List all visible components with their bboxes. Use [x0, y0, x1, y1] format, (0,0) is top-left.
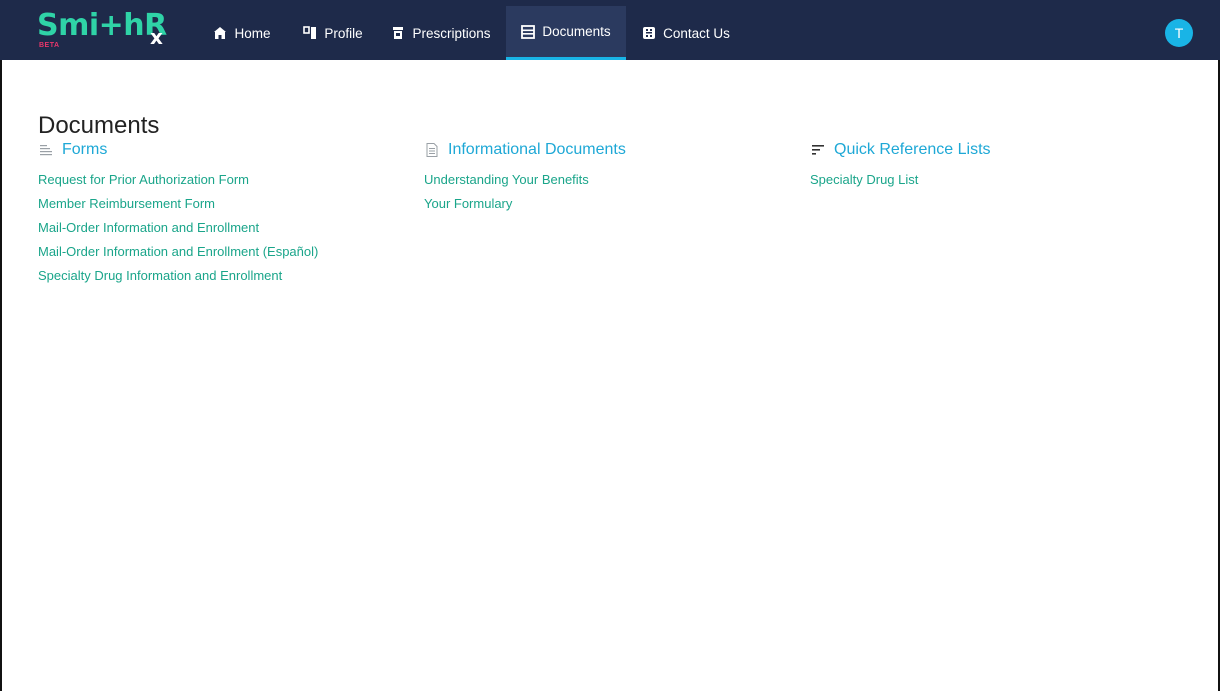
informational-documents-section: Informational Documents Understanding Yo…: [424, 140, 626, 220]
quick-reference-lists-heading: Quick Reference Lists: [810, 140, 991, 160]
nav-home[interactable]: Home: [206, 6, 278, 60]
document-icon: [426, 143, 438, 157]
pill-bottle-icon: [393, 27, 404, 39]
link-specialty-drug-enrollment[interactable]: Specialty Drug Information and Enrollmen…: [38, 268, 318, 292]
contact-icon: [643, 27, 656, 39]
nav-profile-label: Profile: [324, 25, 363, 41]
sort-lines-icon: [812, 145, 824, 155]
home-icon: [214, 27, 227, 39]
link-mail-order-enrollment-espanol[interactable]: Mail-Order Information and Enrollment (E…: [38, 244, 318, 268]
informational-documents-title: Informational Documents: [448, 141, 626, 158]
top-navbar: Smi+hR x BETA Home Profile Prescriptions…: [0, 0, 1220, 60]
informational-documents-heading: Informational Documents: [424, 140, 626, 160]
logo-wordmark: Smi+hR: [37, 8, 167, 43]
link-understanding-your-benefits[interactable]: Understanding Your Benefits: [424, 172, 626, 196]
page-title: Documents: [38, 112, 160, 140]
quick-reference-lists-links: Specialty Drug List: [810, 172, 991, 196]
beta-badge: BETA: [39, 42, 60, 49]
documents-icon: [521, 24, 536, 39]
nav-prescriptions[interactable]: Prescriptions: [388, 6, 494, 60]
link-prior-authorization-form[interactable]: Request for Prior Authorization Form: [38, 172, 318, 196]
informational-documents-links: Understanding Your Benefits Your Formula…: [424, 172, 626, 220]
forms-title: Forms: [62, 141, 108, 158]
id-card-icon: [303, 26, 317, 39]
user-avatar[interactable]: T: [1165, 19, 1193, 47]
nav-documents[interactable]: Documents: [506, 6, 626, 60]
link-mail-order-enrollment[interactable]: Mail-Order Information and Enrollment: [38, 220, 318, 244]
nav-documents-label: Documents: [542, 24, 611, 39]
link-member-reimbursement-form[interactable]: Member Reimbursement Form: [38, 196, 318, 220]
quick-reference-lists-section: Quick Reference Lists Specialty Drug Lis…: [810, 140, 991, 196]
forms-heading: Forms: [38, 140, 318, 160]
quick-reference-lists-title: Quick Reference Lists: [834, 141, 991, 158]
nav-contact-us-label: Contact Us: [663, 25, 730, 41]
nav-contact-us[interactable]: Contact Us: [634, 6, 738, 60]
nav-home-label: Home: [234, 25, 271, 41]
nav-profile[interactable]: Profile: [296, 6, 370, 60]
nav-prescriptions-label: Prescriptions: [412, 25, 491, 41]
forms-links: Request for Prior Authorization Form Mem…: [38, 172, 318, 292]
list-lines-icon: [40, 145, 52, 156]
logo-subscript-x: x: [150, 25, 163, 49]
link-your-formulary[interactable]: Your Formulary: [424, 196, 626, 220]
link-specialty-drug-list[interactable]: Specialty Drug List: [810, 172, 991, 196]
smithrx-logo[interactable]: Smi+hR x BETA: [37, 8, 177, 54]
forms-section: Forms Request for Prior Authorization Fo…: [38, 140, 318, 292]
app-frame: [0, 0, 1220, 691]
